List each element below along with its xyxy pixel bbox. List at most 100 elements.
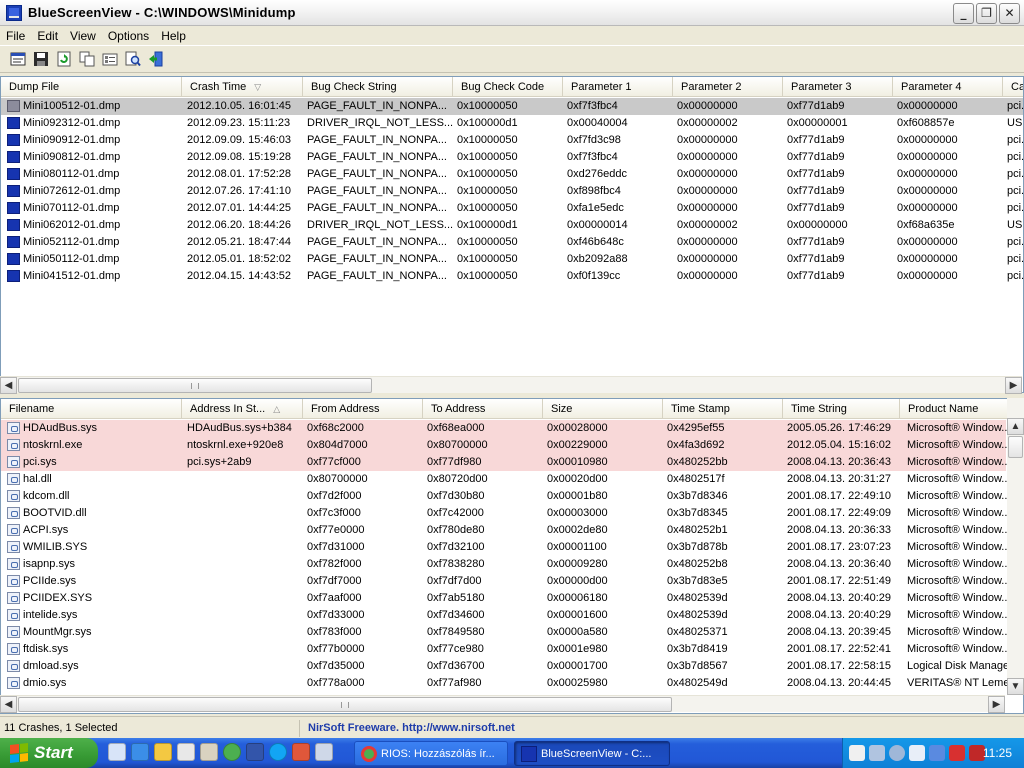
driver-row[interactable]: isapnp.sys 0xf782f000 0xf7838280 0x00009280… [1,556,1007,573]
chrome-icon[interactable] [223,743,241,761]
antivirus-icon[interactable] [949,745,965,761]
cell-time-stamp: 0x3b7d8567 [667,660,728,672]
close-button[interactable]: ✕ [999,3,1020,24]
cell-time-string: 2008.04.13. 20:40:29 [787,609,891,621]
dump-row[interactable]: Mini062012-01.dmp 2012.06.20. 18:44:26 DRI… [1,217,1023,234]
col-dump-file[interactable]: Dump File [1,77,182,97]
menu-file[interactable]: File [0,29,31,43]
cell-ca: pci.. [1007,253,1024,265]
dump-list[interactable]: Dump File Crash Time ▽ Bug Check String B… [0,76,1024,393]
dump-row[interactable]: Mini100512-01.dmp 2012.10.05. 16:01:45 PAG… [1,98,1023,115]
messenger-icon[interactable] [909,745,925,761]
exit-button[interactable] [146,49,166,69]
col-parameter-4[interactable]: Parameter 4 [893,77,1003,97]
col-time-stamp[interactable]: Time Stamp [663,399,783,419]
col-size[interactable]: Size [543,399,663,419]
task-chrome[interactable]: RIOS: Hozzászólás ír... [354,741,508,766]
driver-row[interactable]: dmload.sys 0xf7d35000 0xf7d36700 0x00001700… [1,658,1007,675]
help-icon[interactable] [849,745,865,761]
driver-row[interactable]: ACPI.sys 0xf77e0000 0xf780de80 0x0002de80 0x… [1,522,1007,539]
col-parameter-1[interactable]: Parameter 1 [563,77,673,97]
menu-options[interactable]: Options [102,29,155,43]
col-crash-time[interactable]: Crash Time ▽ [182,77,303,97]
driver-row[interactable]: WMILIB.SYS 0xf7d31000 0xf7d32100 0x00001100… [1,539,1007,556]
driver-row[interactable]: dmio.sys 0xf778a000 0xf77af980 0x00025980 0x… [1,675,1007,692]
menu-help[interactable]: Help [155,29,192,43]
scroll-thumb[interactable] [18,697,672,712]
dump-row[interactable]: Mini052112-01.dmp 2012.05.21. 18:47:44 PAG… [1,234,1023,251]
dump-row[interactable]: Mini090912-01.dmp 2012.09.09. 15:46:03 PAG… [1,132,1023,149]
floppy-icon[interactable] [246,743,264,761]
driver-row[interactable]: kdcom.dll 0xf7d2f000 0xf7d30b80 0x00001b80 0… [1,488,1007,505]
start-button[interactable]: Start [0,738,98,768]
network-icon[interactable] [315,743,333,761]
menu-edit[interactable]: Edit [31,29,64,43]
driver-row[interactable]: hal.dll 0x80700000 0x80720d00 0x00020d00 0x4… [1,471,1007,488]
dump-file-icon [7,270,20,282]
col-from-address[interactable]: From Address [303,399,423,419]
col-to-address[interactable]: To Address [423,399,543,419]
dump-row[interactable]: Mini080112-01.dmp 2012.08.01. 17:52:28 PAG… [1,166,1023,183]
find-button[interactable] [123,49,143,69]
notepad-icon[interactable] [154,743,172,761]
internet-explorer-icon[interactable] [131,743,149,761]
vscroll-thumb[interactable] [1008,436,1023,458]
col-time-string[interactable]: Time String [783,399,900,419]
copy-button[interactable] [77,49,97,69]
copy-icon [79,51,95,67]
scroll-left-button[interactable]: ◀ [0,696,17,713]
cell-address-in-st [187,522,303,539]
col-bug-check-string[interactable]: Bug Check String [303,77,453,97]
driver-row[interactable]: pci.sys pci.sys+2ab9 0xf77cf000 0xf77df980 0… [1,454,1007,471]
col-parameter-2[interactable]: Parameter 2 [673,77,783,97]
refresh-button[interactable] [54,49,74,69]
driver-row[interactable]: PCIIDEX.SYS 0xf7aaf000 0xf7ab5180 0x0000618… [1,590,1007,607]
dump-row[interactable]: Mini092312-01.dmp 2012.09.23. 15:11:23 DRI… [1,115,1023,132]
scroll-left-button[interactable]: ◀ [0,377,17,394]
driver-list-hscroll[interactable]: ◀ ▶ [0,695,1005,713]
folder-icon[interactable] [292,743,310,761]
options-button[interactable] [100,49,120,69]
col-parameter-3[interactable]: Parameter 3 [783,77,893,97]
driver-row[interactable]: ftdisk.sys 0xf77b0000 0xf77ce980 0x0001e980… [1,641,1007,658]
dump-row[interactable]: Mini041512-01.dmp 2012.04.15. 14:43:52 PAG… [1,268,1023,285]
col-product-name[interactable]: Product Name [900,399,1023,419]
network-tray-icon[interactable] [929,745,945,761]
col-filename[interactable]: Filename [1,399,182,419]
driver-file-icon [7,677,20,689]
driver-row[interactable]: PCIIde.sys 0xf7df7000 0xf7df7d00 0x00000d00… [1,573,1007,590]
media-icon[interactable] [177,743,195,761]
disc-icon[interactable] [200,743,218,761]
properties-button[interactable] [8,49,28,69]
dump-row[interactable]: Mini050112-01.dmp 2012.05.01. 18:52:02 PAG… [1,251,1023,268]
col-caused-by[interactable]: Ca [1003,77,1023,97]
show-desktop-icon[interactable] [108,743,126,761]
dump-row[interactable]: Mini090812-01.dmp 2012.09.08. 15:19:28 PAG… [1,149,1023,166]
driver-row[interactable]: BOOTVID.dll 0xf7c3f000 0xf7c42000 0x0000300… [1,505,1007,522]
collapse-tray-icon[interactable] [889,745,905,761]
dump-row[interactable]: Mini070112-01.dmp 2012.07.01. 14:44:25 PAG… [1,200,1023,217]
driver-list[interactable]: Filename Address In St... △ From Address … [0,398,1024,714]
skype-icon[interactable] [269,743,287,761]
scroll-right-button[interactable]: ▶ [1005,377,1022,394]
menu-view[interactable]: View [64,29,102,43]
restore-button[interactable]: ❐ [976,3,997,24]
driver-row[interactable]: ntoskrnl.exe ntoskrnl.exe+920e8 0x804d7000… [1,437,1007,454]
driver-row[interactable]: intelide.sys 0xf7d33000 0xf7d34600 0x000016… [1,607,1007,624]
scroll-up-button[interactable]: ▲ [1007,418,1024,435]
col-address-in-stack[interactable]: Address In St... △ [182,399,303,419]
dump-row[interactable]: Mini072612-01.dmp 2012.07.26. 17:41:10 PAG… [1,183,1023,200]
task-bluescreenview[interactable]: BlueScreenView - C:... [514,741,670,766]
driver-row[interactable]: MountMgr.sys 0xf783f000 0xf7849580 0x0000a5… [1,624,1007,641]
scroll-down-button[interactable]: ▼ [1007,678,1024,695]
scroll-thumb[interactable] [18,378,372,393]
col-bug-check-code[interactable]: Bug Check Code [453,77,563,97]
driver-row[interactable]: HDAudBus.sys HDAudBus.sys+b384 0xf68c2000 0… [1,420,1007,437]
scroll-right-button[interactable]: ▶ [988,696,1005,713]
nirsoft-link[interactable]: NirSoft Freeware. http://www.nirsoft.net [308,720,515,737]
volume-icon[interactable] [869,745,885,761]
minimize-button[interactable]: _ [953,3,974,24]
driver-list-vscroll[interactable]: ▲ ▼ [1007,398,1024,695]
dump-list-hscroll[interactable]: ◀ ▶ [0,376,1022,394]
save-button[interactable] [31,49,51,69]
